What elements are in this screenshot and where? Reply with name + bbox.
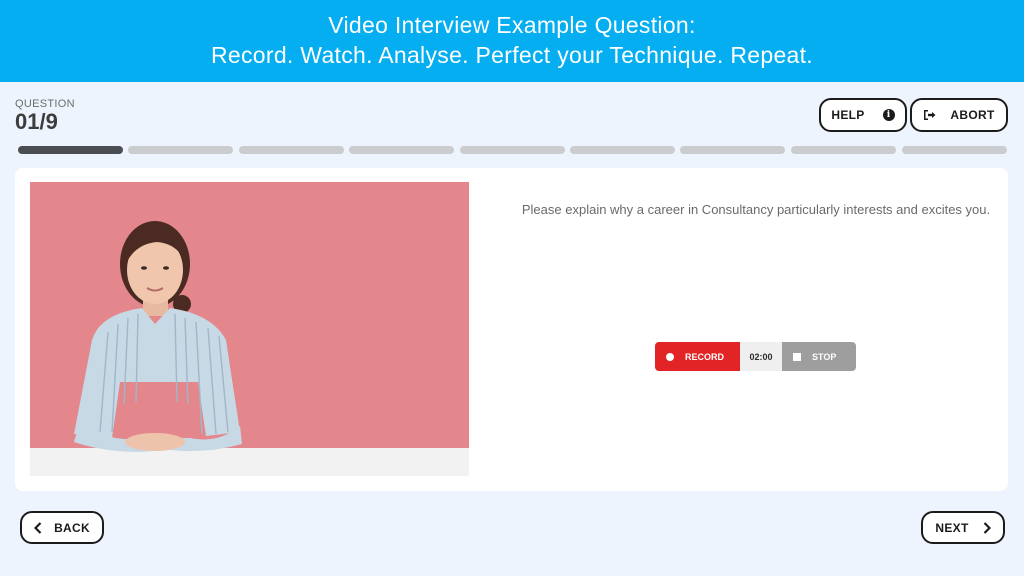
stop-square-icon — [793, 352, 801, 361]
chevron-left-icon — [34, 521, 42, 534]
abort-label: ABORT — [950, 108, 995, 122]
question-progress — [18, 146, 1007, 154]
banner-title: Video Interview Example Question: — [328, 12, 696, 38]
stop-label: STOP — [812, 351, 837, 362]
recorder-controls: RECORD 02:00 STOP — [655, 342, 856, 371]
progress-segment — [18, 146, 123, 154]
next-button[interactable]: NEXT — [921, 511, 1005, 544]
chevron-right-icon — [983, 521, 991, 534]
sign-out-icon — [923, 109, 936, 121]
record-dot-icon — [666, 352, 674, 361]
back-button[interactable]: BACK — [20, 511, 104, 544]
progress-segment — [680, 146, 785, 154]
progress-segment — [791, 146, 896, 154]
banner-subtitle: Record. Watch. Analyse. Perfect your Tec… — [210, 42, 814, 68]
progress-segment — [902, 146, 1007, 154]
stop-button[interactable]: STOP — [782, 342, 856, 371]
next-label: NEXT — [935, 520, 969, 535]
question-counter: 01/9 — [15, 109, 58, 134]
back-label: BACK — [54, 520, 90, 535]
record-button[interactable]: RECORD — [655, 342, 740, 371]
progress-segment — [128, 146, 233, 154]
progress-segment — [460, 146, 565, 154]
progress-segment — [349, 146, 454, 154]
help-button[interactable]: HELP i — [819, 98, 907, 132]
question-text: Please explain why a career in Consultan… — [521, 202, 991, 217]
interviewer-video — [30, 182, 469, 476]
info-icon: i — [882, 109, 895, 121]
countdown-timer: 02:00 — [740, 342, 782, 371]
progress-segment — [239, 146, 344, 154]
progress-segment — [570, 146, 675, 154]
abort-button[interactable]: ABORT — [910, 98, 1008, 132]
record-label: RECORD — [685, 351, 725, 362]
help-label: HELP — [831, 108, 865, 122]
header-banner: Video Interview Example Question: Record… — [0, 0, 1024, 82]
